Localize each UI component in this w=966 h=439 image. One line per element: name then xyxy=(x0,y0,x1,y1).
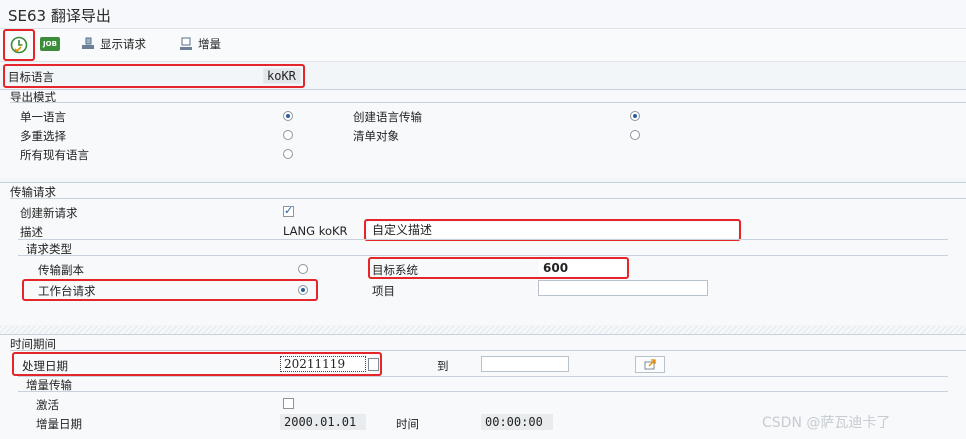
delta-button[interactable]: 增量 xyxy=(178,35,221,53)
delta-icon xyxy=(180,37,192,50)
single-language-radio[interactable] xyxy=(283,111,293,121)
description-label: 描述 xyxy=(20,225,43,239)
display-request-icon xyxy=(82,37,94,49)
delta-transport-top-line xyxy=(18,376,948,377)
export-mode-separator xyxy=(10,102,966,103)
time-label: 时间 xyxy=(396,417,419,431)
workbench-request-label: 工作台请求 xyxy=(38,284,96,298)
watermark: CSDN @萨瓦迪卡了 xyxy=(762,415,891,431)
target-language-field[interactable]: koKR xyxy=(263,68,301,84)
transport-request-group xyxy=(0,182,966,325)
project-label: 项目 xyxy=(372,284,395,298)
create-transport-radio[interactable] xyxy=(630,111,640,121)
execute-button[interactable] xyxy=(9,35,29,55)
create-new-request-checkbox[interactable] xyxy=(283,204,294,217)
display-request-label: 显示请求 xyxy=(100,37,146,51)
description-input[interactable]: 自定义描述 xyxy=(368,222,738,238)
all-languages-label: 所有现有语言 xyxy=(20,148,89,162)
transport-copy-label: 传输副本 xyxy=(38,263,84,277)
group-divider xyxy=(0,326,966,334)
calendar-help-icon[interactable] xyxy=(368,358,379,371)
to-date-input[interactable] xyxy=(481,356,569,372)
display-request-button[interactable]: 显示请求 xyxy=(80,35,146,53)
target-system-input[interactable]: 600 xyxy=(539,260,625,276)
activate-checkbox[interactable] xyxy=(283,398,294,409)
multiple-selection-icon xyxy=(644,359,656,370)
delta-label: 增量 xyxy=(198,37,221,51)
time-period-separator xyxy=(10,350,966,351)
activate-label: 激活 xyxy=(36,398,59,412)
multiple-selection-button[interactable] xyxy=(635,356,665,373)
list-objects-label: 清单对象 xyxy=(353,129,399,143)
title-bar xyxy=(0,0,966,29)
multi-select-radio[interactable] xyxy=(283,130,293,140)
transport-copy-radio[interactable] xyxy=(298,264,308,274)
transport-request-separator xyxy=(10,198,966,199)
process-date-label: 处理日期 xyxy=(22,359,68,373)
workbench-request-radio[interactable] xyxy=(298,285,308,295)
time-field: 00:00:00 xyxy=(481,414,553,430)
execute-clock-icon xyxy=(10,36,28,54)
delta-transport-separator xyxy=(18,391,948,392)
target-system-label: 目标系统 xyxy=(372,263,418,277)
target-language-label: 目标语言 xyxy=(8,70,54,84)
job-button[interactable]: JOB xyxy=(40,37,60,51)
multi-select-label: 多重选择 xyxy=(20,129,66,143)
to-label: 到 xyxy=(437,359,449,373)
project-input[interactable] xyxy=(538,280,708,296)
request-type-top-line xyxy=(18,239,948,240)
description-prefix: LANG koKR xyxy=(283,224,348,238)
single-language-label: 单一语言 xyxy=(20,110,66,124)
delta-date-field: 2000.01.01 xyxy=(280,414,366,430)
process-date-input[interactable]: 20211119 xyxy=(280,356,366,372)
create-new-request-label: 创建新请求 xyxy=(20,206,78,220)
list-objects-radio[interactable] xyxy=(630,130,640,140)
request-type-separator xyxy=(18,255,948,256)
window-title: SE63 翻译导出 xyxy=(8,7,111,25)
delta-date-label: 增量日期 xyxy=(36,417,82,431)
all-languages-radio[interactable] xyxy=(283,149,293,159)
create-transport-label: 创建语言传输 xyxy=(353,110,422,124)
